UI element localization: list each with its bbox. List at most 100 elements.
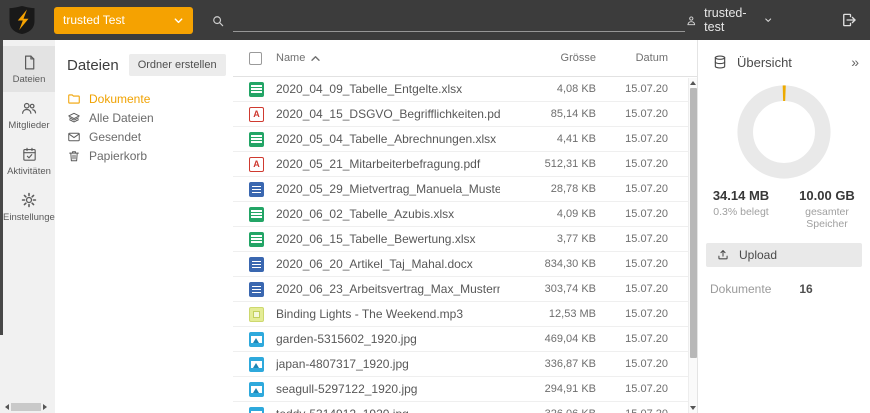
file-date: 15.07.20 [625,208,668,220]
nav-item-papierkorb[interactable]: Papierkorb [67,149,233,163]
search-bar [211,8,685,32]
org-selector-label: trusted Test [63,13,125,27]
calendar-check-icon [22,147,36,161]
scrollbar-thumb[interactable] [11,403,41,411]
org-selector[interactable]: trusted Test [54,6,193,34]
file-name: seagull-5297122_1920.jpg [276,382,418,396]
file-row[interactable]: Binding Lights - The Weekend.mp3 12,53 M… [233,302,697,327]
file-name: 2020_04_15_DSGVO_Begrifflichkeiten.pdf [276,107,500,121]
gear-icon [21,192,37,208]
nav-item-dokumente[interactable]: Dokumente [67,92,233,106]
file-rows: 2020_04_09_Tabelle_Entgelte.xlsx 4,08 KB… [233,77,697,413]
collapse-panel-icon[interactable]: » [851,55,859,69]
file-row[interactable]: 2020_05_29_Mietvertrag_Manuela_Musterman… [233,177,697,202]
file-date: 15.07.20 [625,158,668,170]
documents-count: 16 [799,282,813,296]
total-storage: 10.00 GB gesamter Speicher [799,188,855,230]
documents-label: Dokumente [710,282,772,296]
user-menu[interactable]: trusted-test [685,6,772,34]
documents-count-row: Dokumente 16 [710,282,870,296]
chevron-down-icon [764,18,771,22]
nav-item-gesendet[interactable]: Gesendet [67,130,233,144]
file-row[interactable]: 2020_05_04_Tabelle_Abrechnungen.xlsx 4,4… [233,127,697,152]
select-all-checkbox[interactable] [249,51,262,65]
column-header-size[interactable]: Grösse [500,52,596,64]
file-row[interactable]: japan-4807317_1920.jpg 336,87 KB 15.07.2… [233,352,697,377]
file-size: 4,08 KB [556,83,596,95]
file-row[interactable]: garden-5315602_1920.jpg 469,04 KB 15.07.… [233,327,697,352]
username: trusted-test [704,6,747,34]
sidebar-item-mitglieder[interactable]: Mitglieder [3,92,55,138]
file-row[interactable]: 2020_04_09_Tabelle_Entgelte.xlsx 4,08 KB… [233,77,697,102]
scrollbar-thumb[interactable] [689,88,697,358]
scroll-right-arrow[interactable] [43,404,47,410]
file-date: 15.07.20 [625,383,668,395]
file-size: 303,74 KB [544,283,596,295]
file-type-icon [249,81,264,97]
storage-donut-chart [737,85,831,179]
overview-panel: Übersicht » 34.14 MB 0.3% belegt 10.00 G… [697,40,870,413]
brand-logo [9,6,35,34]
file-name: 2020_06_20_Artikel_Taj_Mahal.docx [276,257,473,271]
upload-icon [718,250,728,260]
overview-title: Übersicht [737,54,792,70]
file-row[interactable]: seagull-5297122_1920.jpg 294,91 KB 15.07… [233,377,697,402]
envelope-icon [68,132,80,142]
rail-horizontal-scrollbar[interactable] [3,402,49,412]
file-name: japan-4807317_1920.jpg [276,357,409,371]
file-name: Binding Lights - The Weekend.mp3 [276,307,464,321]
file-name: 2020_05_21_Mitarbeiterbefragung.pdf [276,157,481,171]
file-date: 15.07.20 [625,83,668,95]
user-icon [686,15,695,25]
logout-button[interactable] [840,11,858,29]
file-name: 2020_05_29_Mietvertrag_Manuela_Musterman… [276,182,500,196]
file-name: 2020_06_15_Tabelle_Bewertung.xlsx [276,232,476,246]
file-type-icon [249,181,264,197]
file-size: 834,30 KB [544,258,596,270]
file-row[interactable]: teddy-5314912_1920.jpg 326,06 KB 15.07.2… [233,402,697,413]
file-type-icon [249,206,264,222]
app-window: trusted Test trusted-test Dateien Mitgli… [0,0,870,413]
file-row[interactable]: 2020_06_20_Artikel_Taj_Mahal.docx 834,30… [233,252,697,277]
search-icon [212,16,223,27]
file-size: 3,77 KB [556,233,596,245]
create-folder-button[interactable]: Ordner erstellen [128,54,226,76]
file-date: 15.07.20 [596,408,668,413]
trash-icon [69,151,79,162]
file-date: 15.07.20 [625,233,668,245]
storage-icon [714,55,726,69]
file-date: 15.07.20 [625,133,668,145]
used-storage: 34.14 MB 0.3% belegt [712,188,770,218]
file-date: 15.07.20 [625,358,668,370]
file-type-icon [249,381,264,397]
file-row[interactable]: 2020_06_23_Arbeitsvertrag_Max_Mustermann… [233,277,697,302]
file-list-scrollbar[interactable] [688,78,697,413]
file-type-icon [249,281,264,297]
nav-item-alle-dateien[interactable]: Alle Dateien [67,111,233,125]
file-name: teddy-5314912_1920.jpg [276,407,500,413]
scroll-left-arrow[interactable] [5,404,9,410]
file-row[interactable]: 2020_05_21_Mitarbeiterbefragung.pdf 512,… [233,152,697,177]
file-name: 2020_04_09_Tabelle_Entgelte.xlsx [276,82,463,96]
scroll-down-arrow[interactable] [690,406,696,410]
file-size: 12,53 MB [548,308,596,320]
file-row[interactable]: 2020_04_15_DSGVO_Begrifflichkeiten.pdf 8… [233,102,697,127]
folder-icon [68,94,80,104]
overview-upload-button[interactable]: Upload [706,243,862,267]
sidebar-item-aktivitaeten[interactable]: Aktivitäten [3,138,55,184]
column-header-date[interactable]: Datum [596,52,668,64]
file-list-header: Name Grösse Datum [233,40,697,77]
file-type-icon [249,356,264,372]
column-header-name[interactable]: Name [276,52,500,64]
file-row[interactable]: 2020_06_15_Tabelle_Bewertung.xlsx 3,77 K… [233,227,697,252]
file-name: 2020_05_04_Tabelle_Abrechnungen.xlsx [276,132,497,146]
sidebar-item-dateien[interactable]: Dateien [3,46,55,92]
sort-ascending-icon [311,55,321,61]
sidebar-item-einstellungen[interactable]: Einstellungen [3,184,55,230]
file-icon [24,55,34,69]
search-input[interactable] [232,8,685,32]
file-size: 294,91 KB [544,383,596,395]
scroll-up-arrow[interactable] [690,81,696,85]
file-row[interactable]: 2020_06_02_Tabelle_Azubis.xlsx 4,09 KB 1… [233,202,697,227]
logout-icon [843,13,856,27]
